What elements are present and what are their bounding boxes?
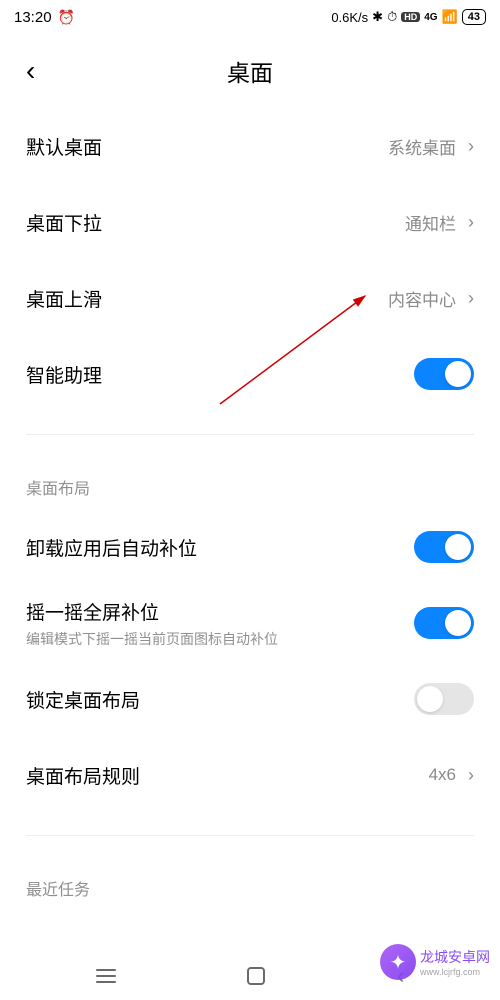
watermark-main: 龙城安卓网 xyxy=(420,947,490,967)
row-label: 默认桌面 xyxy=(26,133,102,160)
row-value: 系统桌面 xyxy=(388,134,456,159)
chevron-right-icon: › xyxy=(468,136,474,157)
row-shake: 摇一摇全屏补位 编辑模式下摇一摇当前页面图标自动补位 xyxy=(26,585,474,661)
status-netspeed: 0.6K/s xyxy=(331,10,368,25)
row-sublabel: 编辑模式下摇一摇当前页面图标自动补位 xyxy=(26,629,278,649)
row-label: 锁定桌面布局 xyxy=(26,686,140,713)
row-label: 摇一摇全屏补位 xyxy=(26,598,278,625)
row-autofill: 卸载应用后自动补位 xyxy=(26,509,474,585)
row-value: 内容中心 xyxy=(388,286,456,311)
watermark-sub: www.lcjrfg.com xyxy=(420,967,490,977)
row-label: 智能助理 xyxy=(26,361,102,388)
row-swipeup[interactable]: 桌面上滑 内容中心 › xyxy=(26,260,474,336)
page-title: 桌面 xyxy=(227,54,273,88)
row-label: 桌面上滑 xyxy=(26,285,102,312)
row-value: 通知栏 xyxy=(405,210,456,235)
watermark-logo-icon: ✦ xyxy=(380,944,416,980)
signal-type: 4G xyxy=(424,12,437,23)
hd-badge: HD xyxy=(401,12,420,22)
row-lock: 锁定桌面布局 xyxy=(26,661,474,737)
alarm-icon: ⏱ xyxy=(387,9,397,25)
row-value: 4x6 xyxy=(429,765,456,785)
watermark: ✦ 龙城安卓网 www.lcjrfg.com xyxy=(380,944,490,980)
header: ‹ 桌面 xyxy=(0,34,500,108)
status-bar: 13:20 ⏰ 0.6K/s ✱ ⏱ HD 4G 📶 43 xyxy=(0,0,500,34)
alarm-icon: ⏰ xyxy=(58,9,75,26)
nav-menu-button[interactable] xyxy=(96,969,116,983)
battery-level: 43 xyxy=(462,9,486,25)
row-default-home[interactable]: 默认桌面 系统桌面 › xyxy=(26,108,474,184)
chevron-right-icon: › xyxy=(468,765,474,786)
row-grid[interactable]: 桌面布局规则 4x6 › xyxy=(26,737,474,813)
row-assistant: 智能助理 xyxy=(26,336,474,412)
toggle-lock[interactable] xyxy=(414,683,474,715)
row-pulldown[interactable]: 桌面下拉 通知栏 › xyxy=(26,184,474,260)
back-button[interactable]: ‹ xyxy=(26,55,35,87)
row-label: 桌面布局规则 xyxy=(26,762,140,789)
row-label: 桌面下拉 xyxy=(26,209,102,236)
chevron-right-icon: › xyxy=(468,288,474,309)
status-time: 13:20 xyxy=(14,9,52,26)
toggle-shake[interactable] xyxy=(414,607,474,639)
row-label: 卸载应用后自动补位 xyxy=(26,534,197,561)
bluetooth-icon: ✱ xyxy=(372,9,383,25)
toggle-autofill[interactable] xyxy=(414,531,474,563)
divider xyxy=(26,835,474,836)
section-header-layout: 桌面布局 xyxy=(26,447,474,509)
section-header-recent: 最近任务 xyxy=(26,848,474,910)
toggle-assistant[interactable] xyxy=(414,358,474,390)
divider xyxy=(26,434,474,435)
signal-icon: 📶 xyxy=(442,9,458,25)
chevron-right-icon: › xyxy=(468,212,474,233)
nav-home-button[interactable] xyxy=(247,967,265,985)
